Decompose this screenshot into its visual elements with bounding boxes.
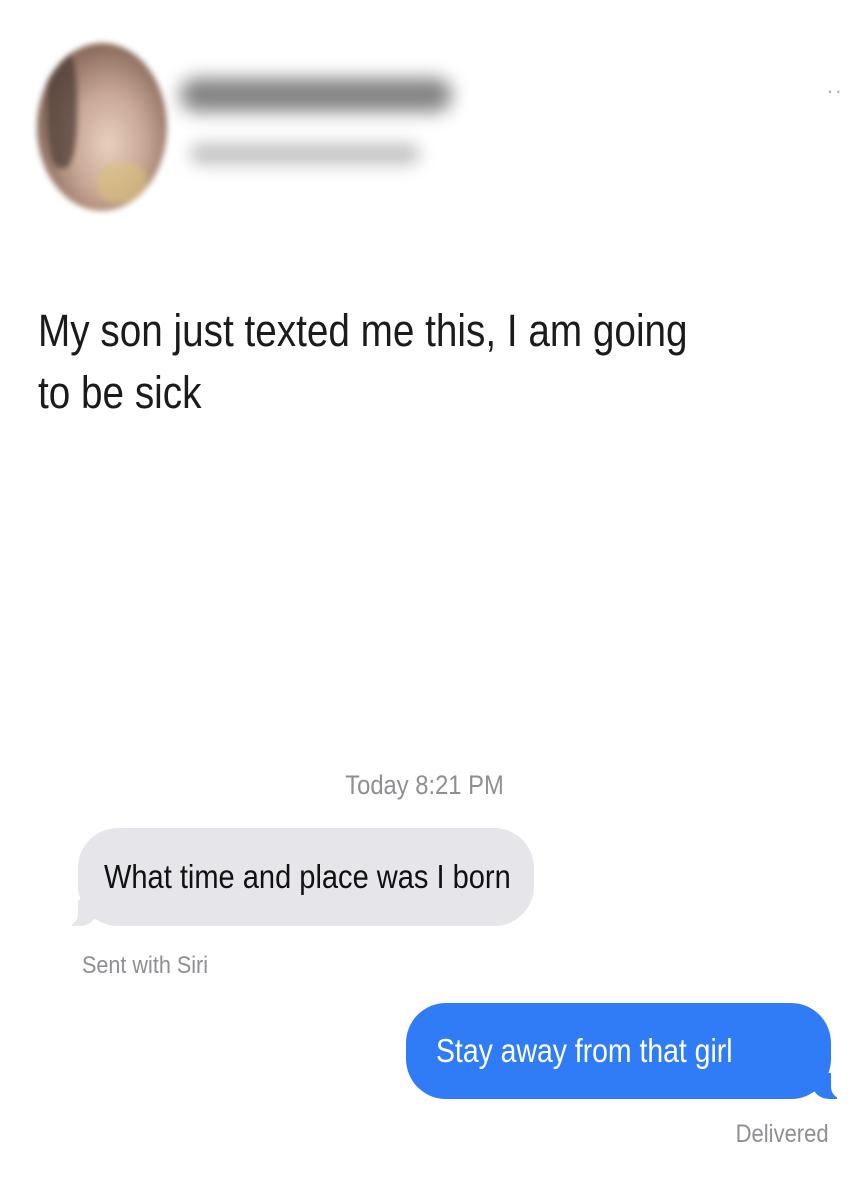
- outgoing-message-bubble[interactable]: Stay away from that girl: [406, 1003, 847, 1099]
- more-options-icon[interactable]: ··: [826, 80, 843, 102]
- outgoing-message-text: Stay away from that girl: [436, 1032, 733, 1069]
- sent-with-siri-label: Sent with Siri: [82, 952, 209, 979]
- blurred-post-meta: [190, 143, 420, 165]
- avatar[interactable]: [37, 43, 167, 211]
- incoming-message-bubble[interactable]: What time and place was I born: [62, 828, 535, 926]
- blurred-author-name[interactable]: [180, 78, 452, 112]
- incoming-message-text: What time and place was I born: [104, 858, 511, 895]
- message-timestamp: Today 8:21 PM: [345, 770, 504, 800]
- outgoing-bubble-tail: [811, 1073, 847, 1099]
- delivered-status: Delivered: [736, 1120, 829, 1148]
- post-text: My son just texted me this, I am going t…: [38, 305, 688, 418]
- incoming-bubble-tail: [62, 900, 98, 926]
